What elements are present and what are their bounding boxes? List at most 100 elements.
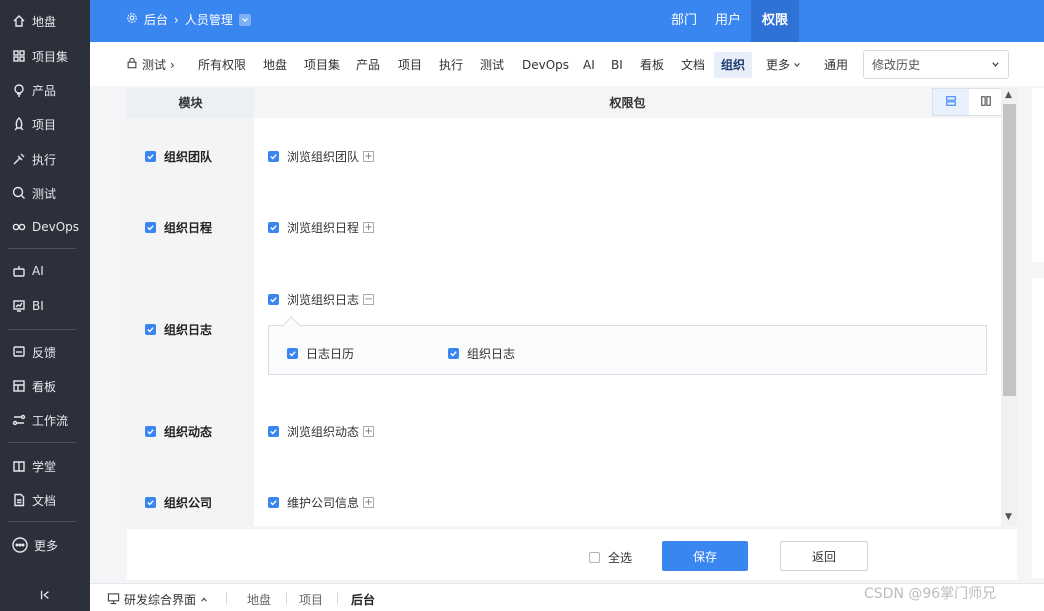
permission-item[interactable]: 浏览组织日志 − — [268, 291, 375, 308]
select-all[interactable]: 全选 — [589, 549, 632, 566]
feedback-icon — [12, 345, 26, 359]
tab-all-permissions[interactable]: 所有权限 — [191, 52, 253, 78]
module-row-log[interactable]: 组织日志 — [145, 321, 212, 338]
permission-checkbox[interactable] — [268, 294, 279, 305]
sidebar-item-devops[interactable]: DevOps — [12, 216, 79, 238]
sub-permission-item[interactable]: 日志日历 — [287, 345, 354, 362]
chevron-down-icon — [793, 54, 801, 76]
sidebar-item-dashboard[interactable]: 地盘 — [12, 10, 56, 32]
tab-test[interactable]: 测试 — [473, 52, 511, 78]
module-row-company[interactable]: 组织公司 — [145, 494, 212, 511]
collapse-icon[interactable]: − — [363, 294, 375, 305]
module-row-schedule[interactable]: 组织日程 — [145, 219, 212, 236]
sub-permission-checkbox[interactable] — [287, 348, 298, 359]
permission-checkbox[interactable] — [268, 497, 279, 508]
sidebar-item-ai[interactable]: AI — [12, 260, 44, 282]
footer-divider — [337, 592, 338, 604]
footer-tab-dashboard[interactable]: 地盘 — [247, 591, 271, 608]
module-checkbox[interactable] — [145, 497, 156, 508]
scrollbar-thumb[interactable] — [1003, 104, 1016, 396]
module-row-dynamic[interactable]: 组织动态 — [145, 423, 212, 440]
sidebar-item-label: 产品 — [32, 83, 57, 98]
sidebar-item-workflow[interactable]: 工作流 — [12, 409, 68, 431]
permission-checkbox[interactable] — [268, 151, 279, 162]
select-all-checkbox[interactable] — [589, 552, 600, 563]
collapse-sidebar-button[interactable] — [36, 587, 54, 605]
vertical-scrollbar[interactable]: ▲ ▼ — [1001, 88, 1017, 526]
tab-more[interactable]: 更多 — [759, 52, 808, 78]
column-view-icon — [980, 95, 992, 110]
list-view-button[interactable] — [933, 89, 969, 115]
select-all-label: 全选 — [608, 551, 633, 565]
back-button[interactable]: 返回 — [780, 541, 868, 571]
permission-item[interactable]: 维护公司信息 + — [268, 494, 375, 511]
sub-permission-checkbox[interactable] — [448, 348, 459, 359]
module-row-team[interactable]: 组织团队 — [145, 148, 212, 165]
sidebar-item-label: 执行 — [32, 152, 57, 167]
tab-general[interactable]: 通用 — [817, 52, 855, 78]
sidebar-item-project[interactable]: 项目 — [12, 113, 56, 135]
tab-product[interactable]: 产品 — [349, 52, 387, 78]
save-button[interactable]: 保存 — [662, 541, 748, 571]
expand-icon[interactable]: + — [363, 497, 375, 508]
sidebar-divider — [8, 521, 76, 522]
sidebar-item-program[interactable]: 项目集 — [12, 45, 68, 67]
history-select[interactable]: 修改历史 — [863, 50, 1009, 79]
tab-bi[interactable]: BI — [604, 52, 630, 78]
permission-checkbox[interactable] — [268, 426, 279, 437]
tab-dashboard[interactable]: 地盘 — [256, 52, 294, 78]
sidebar-item-docs[interactable]: 文档 — [12, 489, 56, 511]
tab-program[interactable]: 项目集 — [297, 52, 347, 78]
permission-item[interactable]: 浏览组织动态 + — [268, 423, 375, 440]
tab-docs[interactable]: 文档 — [674, 52, 712, 78]
grid-icon — [12, 49, 26, 63]
tab-department[interactable]: 部门 — [660, 0, 708, 42]
history-select-value: 修改历史 — [872, 58, 921, 72]
check-icon — [270, 154, 277, 160]
column-view-button[interactable] — [969, 89, 1005, 115]
lock-icon — [126, 54, 138, 76]
tab-project[interactable]: 项目 — [391, 52, 429, 78]
tab-organization[interactable]: 组织 — [714, 52, 753, 78]
module-checkbox[interactable] — [145, 324, 156, 335]
action-bar: 全选 保存 返回 — [127, 528, 1017, 580]
sidebar-item-execution[interactable]: 执行 — [12, 148, 56, 170]
sub-permission-item[interactable]: 组织日志 — [448, 345, 515, 362]
scroll-down-icon[interactable]: ▼ — [1005, 512, 1012, 522]
tab-execution[interactable]: 执行 — [432, 52, 470, 78]
sidebar-item-label: 更多 — [34, 538, 59, 553]
expand-icon[interactable]: + — [363, 151, 375, 162]
sidebar-item-more[interactable]: 更多 — [12, 534, 58, 556]
sidebar-item-kanban[interactable]: 看板 — [12, 375, 56, 397]
module-checkbox[interactable] — [145, 222, 156, 233]
breadcrumb-dropdown[interactable] — [238, 13, 251, 26]
permission-item[interactable]: 浏览组织团队 + — [268, 148, 375, 165]
app-switcher[interactable]: 研发综合界面 — [107, 591, 208, 608]
kanban-icon — [12, 379, 26, 393]
sidebar-item-product[interactable]: 产品 — [12, 79, 56, 101]
permission-item[interactable]: 浏览组织日程 + — [268, 219, 375, 236]
breadcrumb-root[interactable]: 后台 — [144, 11, 168, 28]
group-selector[interactable]: 测试 › — [119, 52, 182, 78]
permission-checkbox[interactable] — [268, 222, 279, 233]
module-checkbox[interactable] — [145, 151, 156, 162]
tab-users[interactable]: 用户 — [704, 0, 752, 42]
tab-permissions[interactable]: 权限 — [751, 0, 800, 42]
tab-ai[interactable]: AI — [576, 52, 602, 78]
sidebar-item-bi[interactable]: BI — [12, 295, 44, 317]
rocket-icon — [12, 117, 26, 131]
footer-tab-project[interactable]: 项目 — [299, 591, 323, 608]
expand-icon[interactable]: + — [363, 222, 375, 233]
sidebar-item-label: 地盘 — [32, 14, 57, 29]
check-icon — [270, 500, 277, 506]
sidebar-item-feedback[interactable]: 反馈 — [12, 341, 56, 363]
scroll-up-icon[interactable]: ▲ — [1005, 90, 1012, 100]
monitor-icon — [107, 592, 120, 608]
sidebar-item-school[interactable]: 学堂 — [12, 455, 56, 477]
module-checkbox[interactable] — [145, 426, 156, 437]
expand-icon[interactable]: + — [363, 426, 375, 437]
tab-devops[interactable]: DevOps — [515, 52, 576, 78]
sidebar-item-test[interactable]: 测试 — [12, 182, 56, 204]
tab-kanban[interactable]: 看板 — [633, 52, 671, 78]
footer-tab-admin[interactable]: 后台 — [351, 591, 375, 608]
